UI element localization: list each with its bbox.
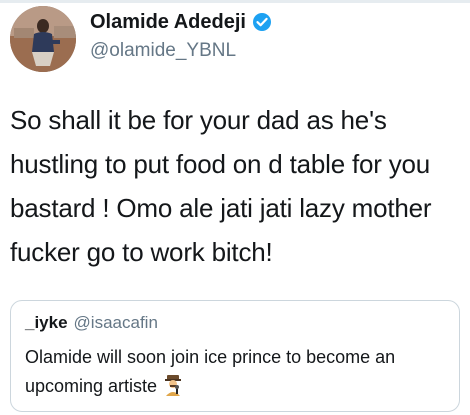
quoted-tweet-text-block: Olamide will soon join ice prince to bec… [25,343,445,401]
author-handle[interactable]: @olamide_YBNL [90,40,236,62]
author-avatar[interactable] [10,6,76,72]
verified-badge-icon [252,12,272,32]
author-display-name[interactable]: Olamide Adedeji [90,11,246,34]
top-divider [0,0,470,3]
quoted-author-name: _iyke [25,313,68,332]
author-name-row: Olamide Adedeji [90,10,272,34]
quoted-tweet-card[interactable]: _iyke @isaacafin Olamide will soon join i… [10,300,460,412]
singer-emoji-icon [161,373,185,397]
quoted-tweet-text: Olamide will soon join ice prince to bec… [25,347,396,396]
quoted-tweet-header: _iyke @isaacafin [25,313,158,333]
avatar-photo-icon [10,6,76,72]
tweet-text: So shall it be for your dad as he's hust… [10,105,432,267]
quoted-author-handle: @isaacafin [73,313,158,332]
